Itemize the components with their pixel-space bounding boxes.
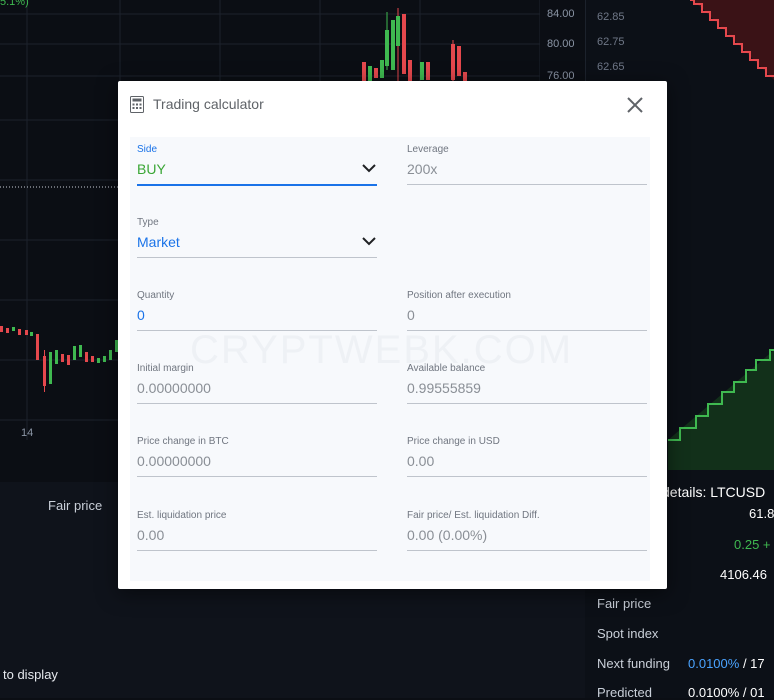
- time-tick: 14: [21, 427, 34, 439]
- est-liquidation-price-label: Est. liquidation price: [137, 510, 227, 521]
- available-balance-field: Available balance 0.99555859: [407, 363, 647, 404]
- fair-liquidation-diff-value: 0.00 (0.00%): [407, 527, 488, 543]
- est-liquidation-price-field: Est. liquidation price 0.00: [137, 510, 377, 551]
- quantity-label: Quantity: [137, 290, 175, 301]
- price-change-btc-field: Price change in BTC 0.00000000: [137, 436, 377, 477]
- fair-price-header: Fair price: [48, 498, 103, 513]
- leverage-value: 200x: [407, 161, 438, 177]
- price-tick: 80.00: [547, 38, 575, 50]
- detail-row-label: Next funding: [597, 656, 670, 671]
- close-icon[interactable]: [623, 93, 647, 117]
- chevron-down-icon: [362, 164, 376, 173]
- type-value: Market: [137, 234, 180, 250]
- price-tick: 84.00: [547, 8, 575, 20]
- quantity-value: 0: [137, 307, 145, 323]
- available-balance-label: Available balance: [407, 363, 486, 374]
- initial-margin-field: Initial margin 0.00000000: [137, 363, 377, 404]
- side-label: Side: [137, 144, 158, 155]
- calculator-icon: [130, 96, 144, 113]
- est-liquidation-price-value: 0.00: [137, 527, 165, 543]
- detail-value: 61.8: [749, 506, 774, 521]
- initial-margin-label: Initial margin: [137, 363, 194, 374]
- fair-liquidation-diff-label: Fair price/ Est. liquidation Diff.: [407, 510, 540, 521]
- price-change-usd-value: 0.00: [407, 453, 435, 469]
- empty-state-label: to display: [3, 667, 58, 682]
- leverage-field[interactable]: Leverage 200x: [407, 144, 647, 185]
- position-after-field: Position after execution 0: [407, 290, 647, 331]
- orderbook-price: 62.75: [597, 36, 625, 48]
- price-change-btc-value: 0.00000000: [137, 453, 211, 469]
- side-select[interactable]: Side BUY: [137, 144, 377, 186]
- initial-margin-value: 0.00000000: [137, 380, 211, 396]
- leverage-label: Leverage: [407, 144, 449, 155]
- orderbook-price: 62.85: [597, 11, 625, 23]
- detail-row-label: Fair price: [597, 596, 652, 611]
- price-change-usd-field: Price change in USD 0.00: [407, 436, 647, 477]
- funding-rate: 0.0100% / 17: [688, 656, 765, 671]
- position-after-value: 0: [407, 307, 415, 323]
- detail-value: 0.25 +: [734, 537, 771, 552]
- price-change-btc-label: Price change in BTC: [137, 436, 229, 447]
- change-fragment: 5.1%): [0, 0, 29, 8]
- dialog-title: Trading calculator: [153, 96, 264, 112]
- trading-calculator-dialog: Trading calculator Side BUY Leverage 200…: [118, 81, 667, 589]
- type-select[interactable]: Type Market: [137, 217, 377, 258]
- quantity-input[interactable]: Quantity 0: [137, 290, 377, 331]
- contract-details-title: details: LTCUSD: [662, 484, 766, 500]
- available-balance-value: 0.99555859: [407, 380, 481, 396]
- chevron-down-icon: [362, 237, 376, 246]
- price-change-usd-label: Price change in USD: [407, 436, 500, 447]
- type-label: Type: [137, 217, 159, 228]
- detail-row-label: Spot index: [597, 626, 659, 641]
- detail-value: 4106.46: [720, 567, 767, 582]
- fair-liquidation-diff-field: Fair price/ Est. liquidation Diff. 0.00 …: [407, 510, 647, 551]
- side-value: BUY: [137, 161, 166, 177]
- orderbook-price: 62.65: [597, 61, 625, 73]
- position-after-label: Position after execution: [407, 290, 511, 301]
